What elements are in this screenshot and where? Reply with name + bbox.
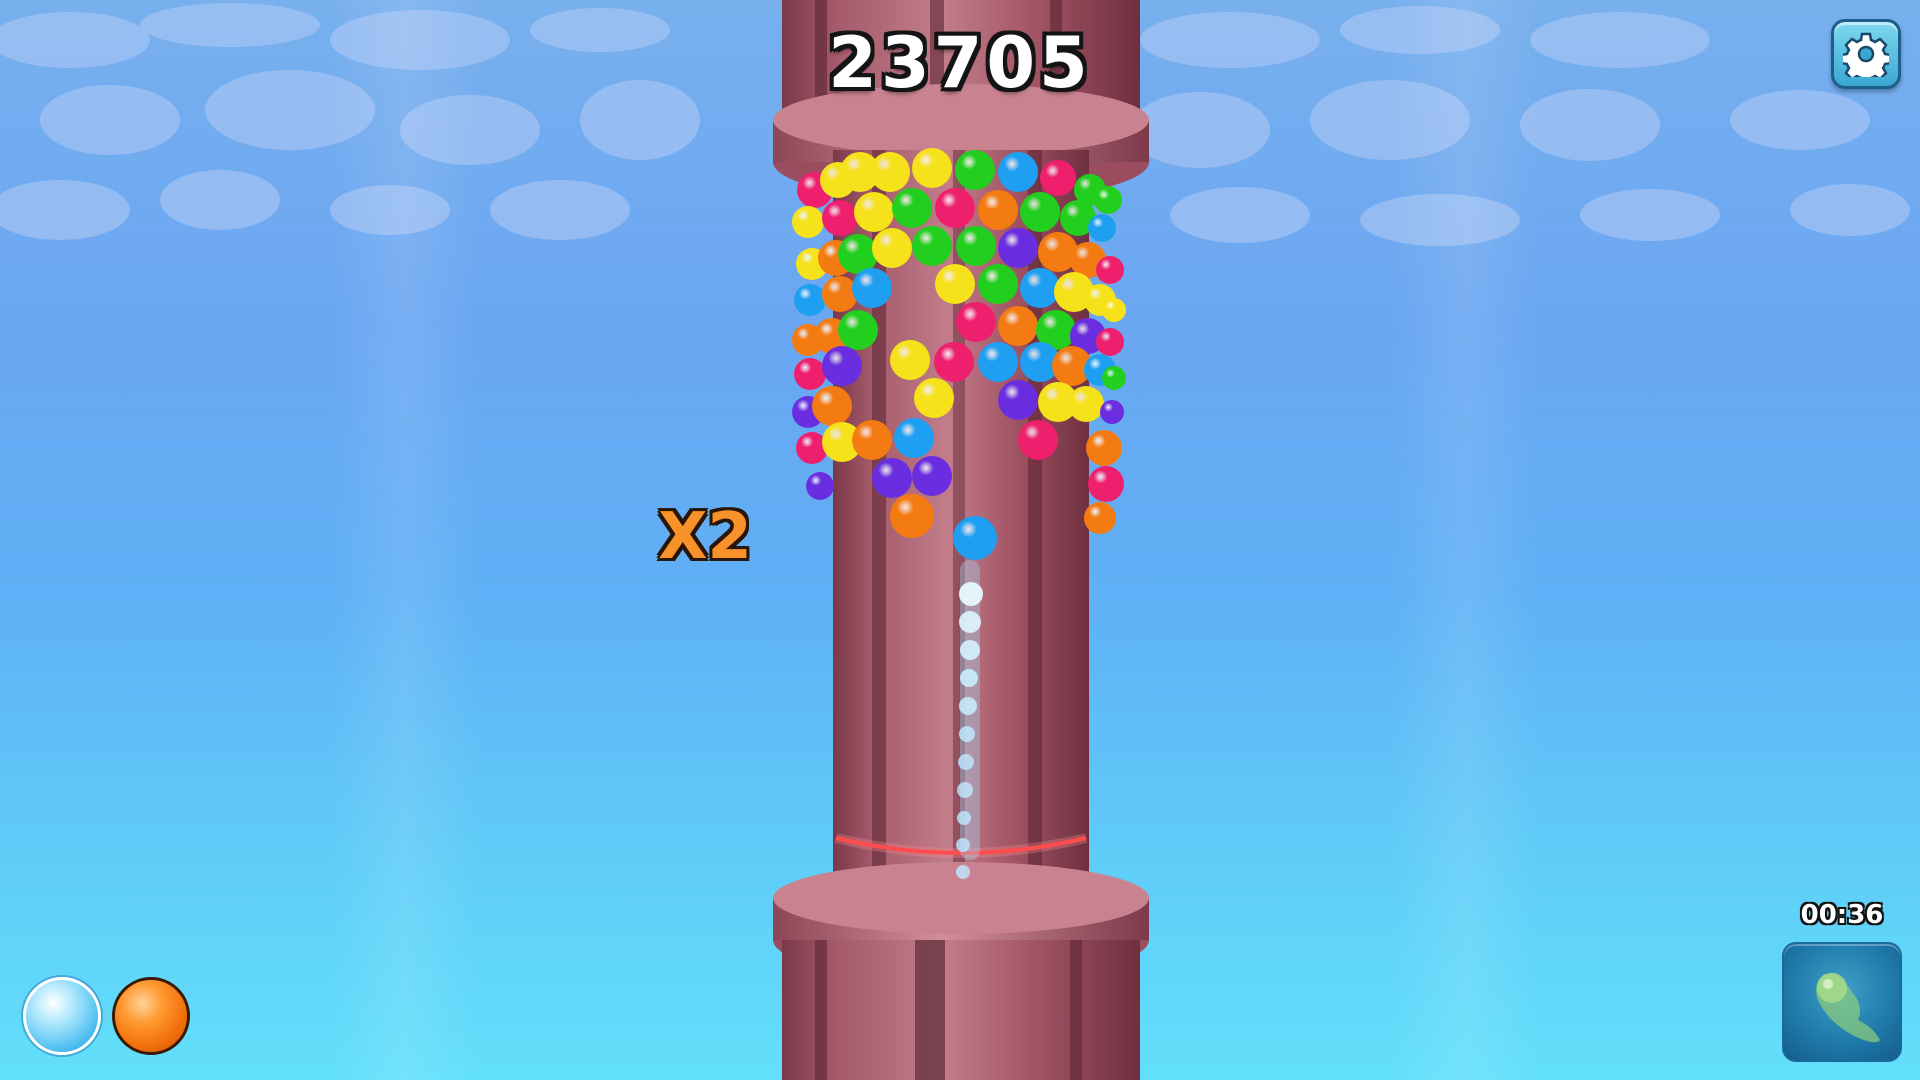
bubble [1088, 466, 1124, 502]
bubble [852, 420, 892, 460]
bubble [998, 152, 1038, 192]
bubble [1018, 420, 1058, 460]
bubble [956, 302, 996, 342]
bubble [1094, 186, 1122, 214]
bubble [1088, 214, 1116, 242]
bubble [792, 206, 824, 238]
game-scene[interactable]: 23705 X2 00:36 [0, 0, 1920, 1080]
bubble [955, 150, 995, 190]
bubble [998, 380, 1038, 420]
bubble [1040, 160, 1076, 196]
bubble [1102, 298, 1126, 322]
bubble [1084, 502, 1116, 534]
bubble [998, 228, 1038, 268]
timer: 00:36 [1800, 900, 1884, 930]
bubble [953, 516, 997, 560]
comet-powerup-icon [1816, 973, 1880, 1043]
next-ball-current[interactable] [23, 977, 101, 1055]
bubble [998, 306, 1038, 346]
bubble [912, 226, 952, 266]
bubble [935, 264, 975, 304]
bubble [978, 342, 1018, 382]
bubble [838, 310, 878, 350]
next-ball-queued[interactable] [112, 977, 190, 1055]
bubble [934, 342, 974, 382]
bubble [892, 188, 932, 228]
bubble [1020, 268, 1060, 308]
bubble [1100, 400, 1124, 424]
bubble [794, 284, 826, 316]
bubble [914, 378, 954, 418]
bubble [1096, 328, 1124, 356]
bubble [912, 456, 952, 496]
bubble [890, 494, 934, 538]
score-display: 23705 [828, 22, 1092, 104]
bubble [894, 418, 934, 458]
bubble [872, 228, 912, 268]
bubble [956, 226, 996, 266]
bubble [1102, 366, 1126, 390]
combo-multiplier: X2 [658, 500, 752, 574]
bubble [806, 472, 834, 500]
bubble [854, 192, 894, 232]
bubble [1068, 386, 1104, 422]
bubble-cluster[interactable] [0, 0, 1920, 1080]
bubble [890, 340, 930, 380]
bubble [1096, 256, 1124, 284]
bubble [852, 268, 892, 308]
bubble [870, 152, 910, 192]
bubble [1086, 430, 1122, 466]
bubble [822, 200, 858, 236]
bubble [978, 190, 1018, 230]
bubble [912, 148, 952, 188]
bubble [812, 386, 852, 426]
bubble [822, 346, 862, 386]
bubble [935, 188, 975, 228]
bubble [794, 358, 826, 390]
settings-button[interactable] [1831, 19, 1901, 89]
gear-icon [1843, 32, 1889, 77]
bubble [1020, 192, 1060, 232]
bubble [978, 264, 1018, 304]
bubble [872, 458, 912, 498]
powerup-button[interactable] [1782, 942, 1902, 1062]
bubble [822, 276, 858, 312]
